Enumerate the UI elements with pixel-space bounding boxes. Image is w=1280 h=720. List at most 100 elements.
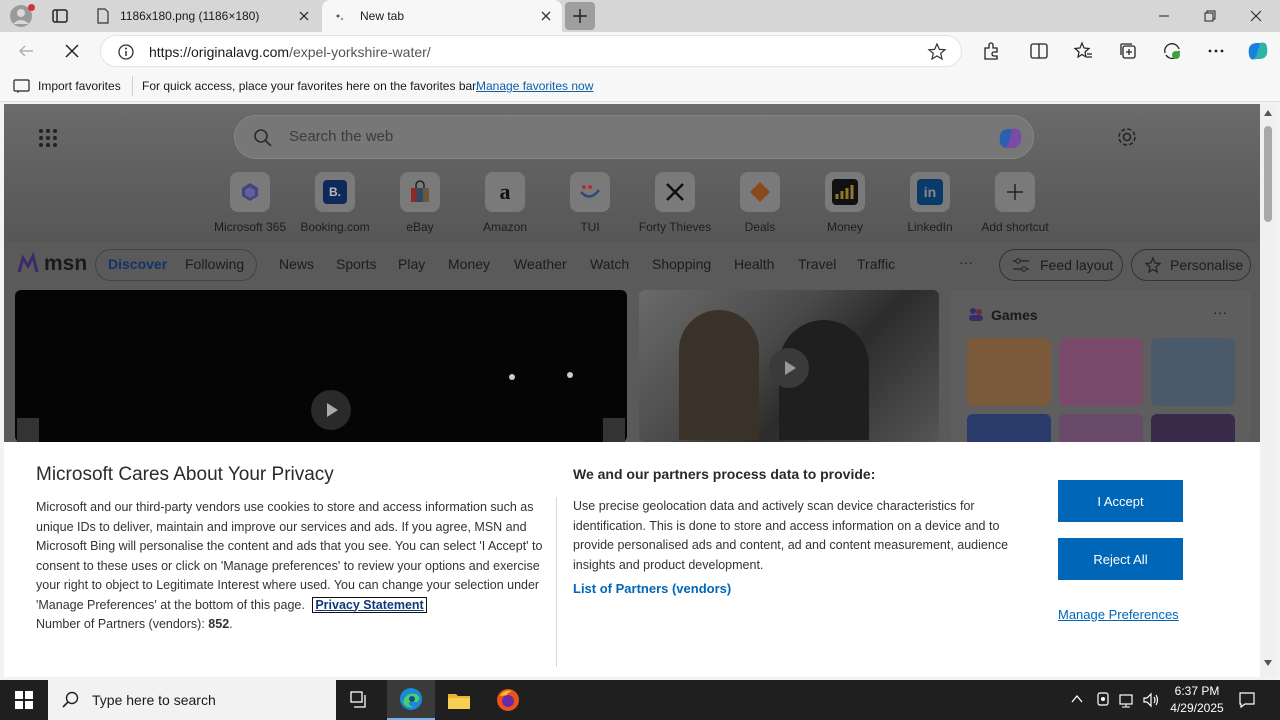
firefox-icon[interactable] [484, 680, 532, 720]
tab-new-tab[interactable]: New tab [322, 0, 562, 32]
more-menu-icon[interactable] [1206, 41, 1226, 61]
shortcut-booking[interactable]: B. Booking.com [292, 172, 378, 234]
nav-shopping[interactable]: Shopping [652, 256, 711, 272]
nav-weather[interactable]: Weather [514, 256, 567, 272]
close-window-button[interactable] [1233, 0, 1279, 32]
import-icon [13, 78, 31, 94]
games-icon [967, 306, 985, 322]
performance-icon[interactable] [1162, 41, 1182, 61]
shortcut-deals[interactable]: Deals [717, 172, 803, 234]
search-input[interactable] [289, 128, 889, 145]
manage-favorites-link[interactable]: Manage favorites now [476, 79, 593, 93]
partners-label: Number of Partners (vendors): [36, 617, 205, 631]
privacy-statement-link[interactable]: Privacy Statement [312, 596, 427, 613]
new-tab-button[interactable] [565, 2, 595, 30]
games-more-button[interactable]: ··· [1213, 304, 1227, 320]
meet-now-icon[interactable] [1095, 691, 1111, 709]
nav-health[interactable]: Health [734, 256, 774, 272]
network-icon[interactable] [1118, 691, 1136, 709]
notifications-icon[interactable] [1238, 691, 1256, 709]
tab-actions-icon[interactable] [50, 7, 70, 25]
extensions-icon[interactable] [981, 41, 1001, 61]
prev-arrow-icon[interactable] [17, 418, 39, 442]
taskbar-search-box[interactable]: Type here to search [48, 680, 336, 720]
nav-play[interactable]: Play [398, 256, 425, 272]
game-tile[interactable] [967, 338, 1051, 406]
game-tile[interactable] [1151, 414, 1235, 442]
game-tile[interactable] [1059, 338, 1143, 406]
games-card: Games ··· [951, 290, 1251, 442]
scroll-down-icon[interactable] [1264, 660, 1272, 666]
shortcut-add[interactable]: Add shortcut [972, 172, 1058, 234]
news-image-card[interactable] [639, 290, 939, 442]
tab-image[interactable]: 1186x180.png (1186×180) [84, 0, 320, 32]
nav-more-button[interactable]: ··· [959, 254, 973, 270]
task-view-icon[interactable] [336, 680, 384, 720]
next-arrow-icon[interactable] [603, 418, 625, 442]
close-tab-icon[interactable] [296, 8, 312, 24]
volume-icon[interactable] [1142, 691, 1160, 709]
msn-logo-icon[interactable] [16, 252, 40, 276]
import-favorites-button[interactable]: Import favorites [38, 79, 121, 93]
split-screen-icon[interactable] [1029, 41, 1049, 61]
shortcut-linkedin[interactable]: in LinkedIn [887, 172, 973, 234]
reject-all-button[interactable]: Reject All [1058, 538, 1183, 580]
url-text[interactable]: https://originalavg.com/expel-yorkshire-… [149, 44, 431, 60]
nav-news[interactable]: News [279, 256, 314, 272]
tab-title: 1186x180.png (1186×180) [120, 9, 260, 23]
video-card[interactable] [15, 290, 627, 442]
show-hidden-icons[interactable] [1070, 692, 1084, 706]
stop-icon[interactable] [62, 41, 82, 61]
nav-traffic[interactable]: Traffic [857, 256, 895, 272]
shortcut-microsoft-365[interactable]: Microsoft 365 [207, 172, 293, 234]
scroll-thumb[interactable] [1264, 126, 1272, 222]
accept-button[interactable]: I Accept [1058, 480, 1183, 522]
list-of-partners-link[interactable]: List of Partners (vendors) [573, 581, 731, 596]
windows-start-icon[interactable] [0, 680, 48, 720]
edge-taskbar-icon[interactable] [387, 680, 435, 720]
game-tile[interactable] [967, 414, 1051, 442]
money-chart-icon [825, 172, 865, 212]
close-tab-icon[interactable] [538, 8, 554, 24]
tui-icon [570, 172, 610, 212]
nav-travel[interactable]: Travel [798, 256, 836, 272]
nav-watch[interactable]: Watch [590, 256, 629, 272]
vertical-scrollbar[interactable] [1260, 104, 1276, 677]
favorites-icon[interactable] [1073, 41, 1093, 61]
web-search-box[interactable] [234, 115, 1034, 159]
restore-button[interactable] [1187, 0, 1233, 32]
manage-preferences-link[interactable]: Manage Preferences [1058, 607, 1179, 622]
collections-icon[interactable] [1118, 41, 1138, 61]
favorite-star-icon[interactable] [927, 42, 947, 62]
personalise-button[interactable]: Personalise [1131, 249, 1251, 281]
feed-layout-button[interactable]: Feed layout [999, 249, 1123, 281]
shortcut-tui[interactable]: TUI [547, 172, 633, 234]
play-icon[interactable] [311, 390, 351, 430]
back-icon[interactable] [16, 41, 36, 61]
favorites-bar: Import favorites For quick access, place… [0, 70, 1280, 102]
apps-launcher-icon[interactable] [38, 128, 58, 148]
tab-following[interactable]: Following [185, 256, 244, 272]
shortcut-forty-thieves[interactable]: Forty Thieves [632, 172, 718, 234]
address-bar[interactable]: https://originalavg.com/expel-yorkshire-… [100, 35, 962, 67]
scroll-up-icon[interactable] [1264, 110, 1272, 116]
tab-discover[interactable]: Discover [108, 256, 167, 272]
nav-money[interactable]: Money [448, 256, 490, 272]
site-info-icon[interactable] [117, 43, 135, 61]
shortcut-ebay[interactable]: eBay [377, 172, 463, 234]
copilot-icon[interactable] [1245, 39, 1271, 63]
banner-divider [556, 497, 557, 667]
file-explorer-icon[interactable] [435, 680, 483, 720]
system-clock[interactable]: 6:37 PM 4/29/2025 [1168, 683, 1226, 717]
shortcut-money[interactable]: Money [802, 172, 888, 234]
nav-sports[interactable]: Sports [336, 256, 376, 272]
plus-icon [995, 172, 1035, 212]
shortcut-amazon[interactable]: a Amazon [462, 172, 548, 234]
minimize-button[interactable] [1141, 0, 1187, 32]
url-host: https://originalavg.com [149, 44, 290, 60]
copilot-search-icon[interactable] [995, 124, 1025, 152]
play-icon[interactable] [769, 348, 809, 388]
game-tile[interactable] [1151, 338, 1235, 406]
game-tile[interactable] [1059, 414, 1143, 442]
settings-gear-icon[interactable] [1116, 126, 1138, 148]
